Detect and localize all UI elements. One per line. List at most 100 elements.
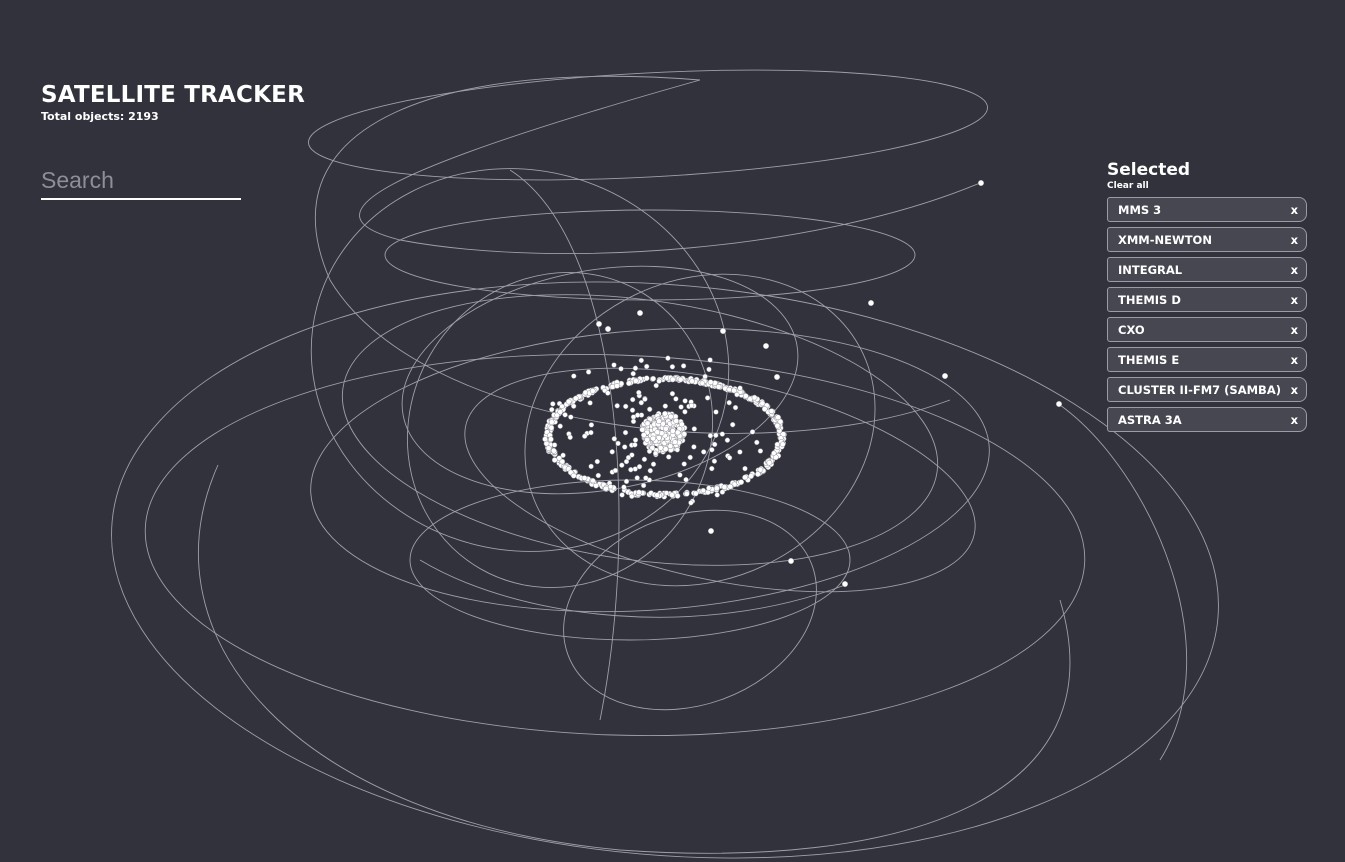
satellite-dot[interactable]: [737, 449, 743, 455]
satellite-dot[interactable]: [719, 327, 727, 335]
satellite-dot[interactable]: [687, 454, 693, 461]
selected-satellite-item[interactable]: MMS 3 x: [1107, 197, 1307, 222]
satellite-dot[interactable]: [595, 472, 601, 479]
satellite-dot[interactable]: [632, 442, 638, 448]
satellite-dot[interactable]: [704, 395, 711, 401]
satellite-dot[interactable]: [841, 580, 849, 588]
satellite-dot[interactable]: [683, 490, 690, 497]
satellite-dot[interactable]: [691, 444, 697, 450]
satellite-dot[interactable]: [595, 320, 603, 328]
satellite-dot[interactable]: [700, 487, 706, 494]
satellite-dot[interactable]: [680, 363, 687, 369]
satellite-dot[interactable]: [640, 432, 647, 438]
satellite-dot[interactable]: [665, 355, 671, 361]
satellite-dot[interactable]: [644, 420, 651, 427]
satellite-dot[interactable]: [622, 444, 628, 450]
satellite-dot[interactable]: [650, 375, 657, 382]
satellite-dot[interactable]: [706, 366, 712, 373]
clear-all-button[interactable]: Clear all: [1107, 180, 1307, 192]
satellite-dot[interactable]: [567, 434, 573, 440]
satellite-dot[interactable]: [562, 412, 568, 418]
satellite-dot[interactable]: [653, 382, 659, 389]
satellite-dot[interactable]: [726, 400, 732, 406]
satellite-dot[interactable]: [742, 465, 748, 472]
satellite-dot[interactable]: [688, 500, 694, 506]
satellite-dot[interactable]: [709, 465, 715, 472]
satellite-dot[interactable]: [669, 428, 676, 434]
satellite-dot[interactable]: [570, 472, 577, 479]
satellite-dot[interactable]: [550, 401, 556, 407]
satellite-dot[interactable]: [719, 431, 725, 437]
satellite-dot[interactable]: [623, 478, 630, 485]
satellite-dot[interactable]: [663, 490, 670, 496]
remove-satellite-button[interactable]: x: [1291, 203, 1298, 217]
satellite-dot[interactable]: [572, 395, 579, 402]
satellite-dot[interactable]: [699, 380, 705, 386]
satellite-dot[interactable]: [691, 426, 697, 432]
satellite-dot[interactable]: [773, 373, 781, 381]
satellite-dot[interactable]: [632, 466, 638, 472]
remove-satellite-button[interactable]: x: [1291, 383, 1298, 397]
satellite-dot[interactable]: [734, 391, 740, 398]
search-input[interactable]: [41, 162, 241, 200]
satellite-dot[interactable]: [549, 406, 555, 413]
satellite-dot[interactable]: [568, 414, 574, 420]
satellite-dot[interactable]: [669, 364, 676, 370]
satellite-dot[interactable]: [1055, 400, 1063, 408]
satellite-dot[interactable]: [719, 489, 726, 495]
satellite-dot[interactable]: [647, 406, 653, 412]
satellite-dot[interactable]: [713, 432, 719, 438]
satellite-dot[interactable]: [557, 423, 563, 429]
remove-satellite-button[interactable]: x: [1291, 413, 1298, 427]
satellite-dot[interactable]: [605, 390, 611, 396]
satellite-dot[interactable]: [644, 363, 650, 370]
satellite-dot[interactable]: [707, 433, 714, 439]
satellite-dot[interactable]: [632, 378, 639, 384]
satellite-dot[interactable]: [625, 454, 632, 461]
satellite-dot[interactable]: [677, 472, 683, 478]
satellite-dot[interactable]: [630, 418, 637, 425]
satellite-dot[interactable]: [621, 484, 627, 490]
satellite-dot[interactable]: [554, 412, 560, 418]
satellite-dot[interactable]: [588, 463, 594, 470]
satellite-dot[interactable]: [643, 375, 650, 382]
satellite-dot[interactable]: [707, 357, 713, 363]
satellite-dot[interactable]: [638, 357, 644, 364]
satellite-dot[interactable]: [724, 437, 731, 443]
satellite-dot[interactable]: [588, 429, 594, 436]
selected-satellite-item[interactable]: XMM-NEWTON x: [1107, 227, 1307, 252]
satellite-dot[interactable]: [673, 418, 680, 424]
satellite-dot[interactable]: [650, 435, 656, 442]
satellite-dot[interactable]: [674, 493, 681, 499]
satellite-dot[interactable]: [702, 373, 708, 380]
satellite-dot[interactable]: [585, 369, 592, 375]
satellite-dot[interactable]: [977, 179, 985, 187]
satellite-dot[interactable]: [636, 389, 642, 396]
satellite-dot[interactable]: [761, 406, 768, 412]
satellite-dot[interactable]: [669, 391, 676, 397]
satellite-dot[interactable]: [757, 466, 764, 473]
satellite-dot[interactable]: [688, 402, 695, 409]
satellite-dot[interactable]: [550, 447, 557, 454]
satellite-dot[interactable]: [692, 490, 699, 497]
satellite-dot[interactable]: [757, 448, 764, 454]
satellite-dot[interactable]: [641, 456, 648, 462]
satellite-dot[interactable]: [768, 408, 775, 414]
satellite-dot[interactable]: [715, 383, 722, 390]
satellite-dot[interactable]: [545, 445, 552, 452]
satellite-dot[interactable]: [738, 479, 745, 485]
satellite-dot[interactable]: [669, 492, 675, 498]
satellite-dot[interactable]: [682, 409, 688, 415]
satellite-dot[interactable]: [589, 388, 596, 394]
satellite-dot[interactable]: [774, 441, 780, 448]
satellite-dot[interactable]: [662, 410, 668, 417]
satellite-dot[interactable]: [663, 425, 669, 432]
satellite-dot[interactable]: [644, 436, 650, 443]
satellite-dot[interactable]: [551, 442, 558, 448]
satellite-dot[interactable]: [571, 403, 577, 409]
satellite-dot[interactable]: [634, 475, 640, 481]
satellite-dot[interactable]: [742, 393, 749, 399]
satellite-dot[interactable]: [682, 398, 688, 404]
remove-satellite-button[interactable]: x: [1291, 233, 1298, 247]
satellite-dot[interactable]: [662, 446, 669, 452]
